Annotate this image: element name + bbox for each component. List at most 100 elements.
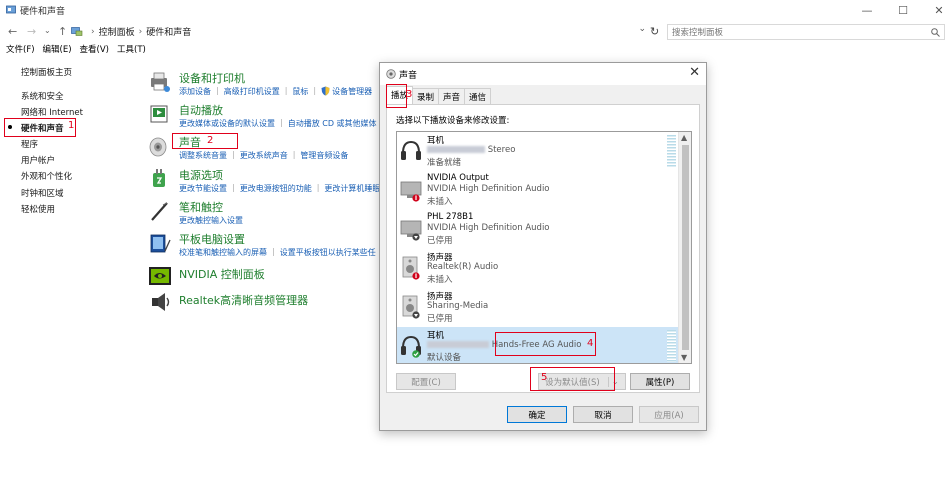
search-icon: [931, 27, 940, 37]
properties-button[interactable]: 属性(P): [630, 373, 690, 390]
scroll-up-icon[interactable]: ▲: [681, 133, 687, 142]
cancel-button[interactable]: 取消: [573, 406, 633, 423]
tab-communications[interactable]: 通信: [464, 88, 492, 104]
annotation-box-4: [495, 332, 596, 356]
menu-file[interactable]: 文件(F): [6, 43, 35, 57]
breadcrumb-control-panel[interactable]: 控制面板: [99, 25, 135, 38]
menu-bar: 文件(F) 编辑(E) 查看(V) 工具(T): [0, 43, 146, 57]
menu-edit[interactable]: 编辑(E): [43, 43, 72, 57]
device-list-scrollbar[interactable]: ▲ ▼: [678, 132, 691, 363]
breadcrumb-hardware-sound[interactable]: 硬件和声音: [146, 25, 191, 38]
link-change-media-defaults[interactable]: 更改媒体或设备的默认设置: [179, 118, 275, 129]
device-description-suffix: Stereo: [487, 145, 516, 155]
scroll-down-icon[interactable]: ▼: [681, 353, 687, 362]
scrollbar-thumb[interactable]: [682, 145, 689, 350]
minimize-button[interactable]: —: [857, 2, 877, 18]
nav-appearance[interactable]: 外观和个性化: [21, 170, 72, 182]
nav-control-panel-home[interactable]: 控制面板主页: [21, 66, 72, 78]
apply-button[interactable]: 应用(A): [639, 406, 699, 423]
up-arrow-icon[interactable]: ↑: [58, 25, 67, 38]
link-mouse[interactable]: 鼠标: [292, 86, 308, 97]
device-row-speakers-realtek[interactable]: 扬声器 Realtek(R) Audio 未插入: [397, 249, 680, 288]
annotation-number-1: 1: [68, 120, 75, 131]
headphones-icon: [401, 140, 421, 160]
link-device-manager[interactable]: 设备管理器: [332, 86, 372, 97]
control-panel-small-icon: [71, 27, 83, 36]
refresh-icon[interactable]: ↻: [650, 25, 659, 38]
close-window-button[interactable]: ✕: [929, 2, 949, 18]
speaker-box-icon: [402, 295, 420, 319]
nav-ease-of-access[interactable]: 轻松使用: [21, 203, 55, 215]
link-tablet-buttons[interactable]: 设置平板按钮以执行某些任: [280, 247, 376, 258]
link-sleep[interactable]: 更改计算机睡眠: [324, 183, 380, 194]
annotation-box-2: [172, 133, 238, 149]
printer-icon: [151, 72, 170, 92]
link-advanced-printer[interactable]: 高级打印机设置: [224, 86, 280, 97]
address-dropdown-icon[interactable]: ⌄: [638, 24, 646, 34]
headphones-default-icon: [401, 335, 421, 358]
link-power-button[interactable]: 更改电源按钮的功能: [240, 183, 312, 194]
category-title[interactable]: NVIDIA 控制面板: [179, 266, 265, 282]
annotation-box-3: [386, 84, 407, 108]
dialog-title: 声音: [399, 71, 418, 81]
category-title[interactable]: 平板电脑设置: [179, 231, 245, 247]
device-row-nvidia-output[interactable]: NVIDIA Output NVIDIA High Definition Aud…: [397, 171, 680, 210]
nav-programs[interactable]: 程序: [21, 138, 38, 150]
recent-chevron-icon[interactable]: ⌄: [44, 26, 51, 35]
maximize-button[interactable]: ☐: [893, 2, 913, 18]
control-panel-icon: [6, 5, 16, 14]
link-power-saving[interactable]: 更改节能设置: [179, 183, 227, 194]
playback-device-list[interactable]: 耳机 Stereo 准备就绪 NVIDIA Output NVIDIA High…: [396, 131, 692, 364]
link-add-device[interactable]: 添加设备: [179, 86, 211, 97]
annotation-number-3: 3: [406, 89, 413, 100]
tab-sounds[interactable]: 声音: [438, 88, 466, 104]
link-separator: |: [316, 183, 320, 192]
address-field[interactable]: › 控制面板 › 硬件和声音 ⌄: [71, 23, 648, 40]
annotation-box-1: [4, 118, 76, 137]
device-row-phl-278b1[interactable]: PHL 278B1 NVIDIA High Definition Audio 已…: [397, 210, 680, 249]
nav-system-security[interactable]: 系统和安全: [21, 90, 64, 102]
link-separator: |: [216, 86, 219, 95]
ok-button[interactable]: 确定: [507, 406, 567, 423]
category-title[interactable]: 电源选项: [179, 167, 223, 183]
dialog-close-button[interactable]: ✕: [689, 65, 700, 80]
category-title[interactable]: Realtek高清晰音频管理器: [179, 292, 308, 308]
category-links: 更改媒体或设备的默认设置 | 自动播放 CD 或其他媒体: [179, 118, 377, 129]
device-row-speakers-sharing[interactable]: 扬声器 Sharing-Media 已停用: [397, 288, 680, 327]
annotation-number-4: 4: [587, 338, 594, 349]
link-change-system-sounds[interactable]: 更改系统声音: [240, 150, 288, 161]
device-description: Realtek(R) Audio: [427, 262, 499, 272]
tab-recording[interactable]: 录制: [412, 88, 440, 104]
device-row-headphones-stereo[interactable]: 耳机 Stereo 准备就绪: [397, 132, 680, 171]
device-description: Stereo: [427, 145, 515, 155]
link-calibrate-screen[interactable]: 校准笔和触控输入的屏幕: [179, 247, 267, 258]
link-adjust-volume[interactable]: 调整系统音量: [179, 150, 227, 161]
category-title[interactable]: 自动播放: [179, 102, 223, 118]
category-title[interactable]: 笔和触控: [179, 199, 223, 215]
menu-tools[interactable]: 工具(T): [117, 43, 146, 57]
redacted-text: [427, 146, 485, 153]
link-manage-audio-devices[interactable]: 管理音频设备: [300, 150, 348, 161]
link-autoplay-cd[interactable]: 自动播放 CD 或其他媒体: [288, 118, 377, 129]
nav-clock-region[interactable]: 时钟和区域: [21, 187, 64, 199]
device-status: 默认设备: [427, 353, 462, 363]
category-links: 更改节能设置 | 更改电源按钮的功能 | 更改计算机睡眠: [179, 183, 380, 194]
configure-button[interactable]: 配置(C): [396, 373, 456, 390]
forward-arrow-icon[interactable]: →: [27, 25, 36, 38]
monitor-speaker-icon: [400, 181, 422, 202]
link-separator: |: [272, 247, 275, 256]
device-name: PHL 278B1: [427, 212, 474, 222]
speaker-box-icon: [402, 256, 420, 280]
device-name: NVIDIA Output: [427, 173, 489, 183]
link-separator: |: [292, 150, 296, 159]
search-input[interactable]: 搜索控制面板: [667, 24, 945, 40]
category-links: 校准笔和触控输入的屏幕 | 设置平板按钮以执行某些任: [179, 247, 376, 258]
nav-network-internet[interactable]: 网络和 Internet: [21, 106, 83, 118]
back-arrow-icon[interactable]: ←: [8, 25, 17, 38]
nav-user-accounts[interactable]: 用户帐户: [21, 154, 55, 166]
link-touch-input-settings[interactable]: 更改触控输入设置: [179, 215, 243, 226]
menu-view[interactable]: 查看(V): [80, 43, 109, 57]
category-title[interactable]: 设备和打印机: [179, 70, 245, 86]
volume-meter: [667, 135, 676, 167]
power-plug-icon: [153, 169, 165, 187]
